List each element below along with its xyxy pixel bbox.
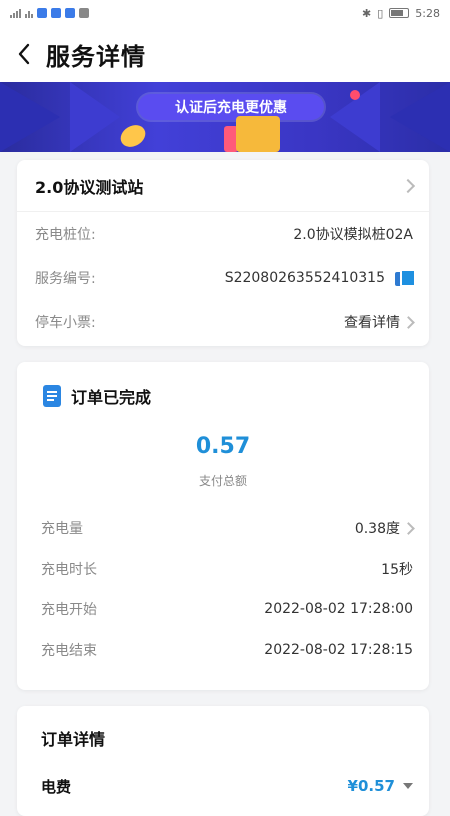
end-time-value: 2022-08-02 17:28:15	[264, 642, 413, 658]
station-row[interactable]: 2.0协议测试站	[17, 160, 429, 212]
status-time: 5:28	[415, 6, 440, 20]
chevron-right-icon	[400, 178, 416, 193]
decoration-dot	[350, 90, 360, 100]
promo-banner[interactable]: 认证后充电更优惠	[0, 82, 450, 152]
duration-row: 充电时长 15秒	[41, 557, 413, 581]
duration-label: 充电时长	[41, 562, 97, 578]
service-number-label: 服务编号:	[35, 271, 96, 287]
electricity-fee-value: ¥0.57	[347, 777, 395, 795]
back-button[interactable]	[12, 42, 36, 66]
signal-icon	[10, 8, 21, 18]
station-card: 2.0协议测试站 充电桩位: 2.0协议模拟桩02A 服务编号: S220802…	[17, 160, 429, 346]
start-time-row: 充电开始 2022-08-02 17:28:00	[41, 597, 413, 621]
nav-bar: 服务详情	[0, 26, 450, 82]
app-notification-icon	[65, 8, 75, 18]
dropdown-caret-icon	[403, 783, 413, 789]
app-notification-icon	[79, 8, 89, 18]
parking-ticket-label: 停车小票:	[35, 315, 96, 331]
copy-icon[interactable]	[395, 269, 416, 287]
duration-value: 15秒	[381, 562, 413, 578]
document-icon	[43, 385, 61, 407]
start-time-value: 2022-08-02 17:28:00	[264, 601, 413, 617]
pile-value: 2.0协议模拟桩02A	[293, 227, 413, 243]
app-notification-icon	[37, 8, 47, 18]
coin-graphic	[116, 120, 150, 152]
service-number-value: S22080263552410315	[224, 270, 385, 286]
wifi-icon	[25, 8, 33, 18]
back-arrow-icon	[18, 43, 30, 65]
service-number-row: 服务编号: S22080263552410315	[35, 266, 416, 290]
start-time-label: 充电开始	[41, 602, 97, 618]
total-amount: 0.57	[195, 434, 251, 459]
pile-row: 充电桩位: 2.0协议模拟桩02A	[35, 222, 413, 246]
order-detail-title: 订单详情	[41, 730, 106, 749]
order-header: 订单已完成	[43, 384, 151, 408]
status-bar: ✱ ▯ 5:28	[0, 0, 450, 26]
view-details-link[interactable]: 查看详情	[344, 312, 400, 332]
chevron-right-icon	[402, 315, 415, 329]
parking-ticket-row: 停车小票: 查看详情	[35, 310, 415, 334]
promo-text: 认证后充电更优惠	[138, 94, 324, 120]
station-name: 2.0协议测试站	[35, 177, 144, 197]
end-time-label: 充电结束	[41, 643, 97, 659]
chevron-right-icon	[402, 521, 415, 535]
electricity-fee-row[interactable]: 电费 ¥0.57	[41, 774, 413, 798]
pile-label: 充电桩位:	[35, 227, 96, 243]
energy-row[interactable]: 充电量 0.38度	[41, 516, 415, 540]
energy-value: 0.38度	[354, 521, 400, 537]
battery-icon	[389, 8, 410, 18]
order-status: 订单已完成	[71, 388, 152, 407]
gift-box-graphic	[236, 116, 280, 152]
electricity-fee-label: 电费	[41, 777, 72, 796]
vibrate-icon: ▯	[377, 6, 384, 20]
energy-label: 充电量	[41, 521, 83, 537]
order-card: 订单已完成 0.57 支付总额 充电量 0.38度 充电时长 15秒 充电开始 …	[17, 362, 429, 690]
page-title: 服务详情	[46, 42, 146, 71]
bluetooth-icon: ✱	[362, 6, 372, 20]
total-amount-label: 支付总额	[198, 474, 247, 488]
app-notification-icon	[51, 8, 61, 18]
end-time-row: 充电结束 2022-08-02 17:28:15	[41, 638, 413, 662]
